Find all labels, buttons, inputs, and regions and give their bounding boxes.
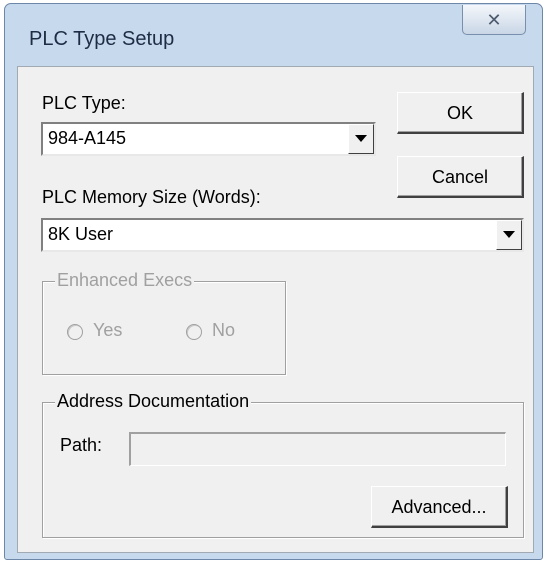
radio-no[interactable] (186, 324, 202, 340)
chevron-down-icon (355, 135, 367, 142)
ok-button[interactable]: OK (397, 92, 524, 134)
plc-type-dropdown-button[interactable] (348, 124, 374, 154)
dialog-body: PLC Type: 984-A145 OK Cancel PLC Memory … (17, 66, 534, 553)
window-title: PLC Type Setup (29, 28, 175, 50)
radio-yes[interactable] (67, 324, 83, 340)
cancel-button[interactable]: Cancel (397, 156, 524, 198)
radio-yes-label: Yes (93, 320, 123, 340)
plc-type-label: PLC Type: (42, 93, 126, 113)
memory-size-label: PLC Memory Size (Words): (42, 187, 261, 207)
memory-size-dropdown-button[interactable] (496, 220, 522, 250)
enhanced-execs-group: Enhanced Execs Yes No (42, 270, 286, 375)
close-icon: ✕ (486, 10, 502, 31)
cancel-button-label: Cancel (431, 167, 489, 187)
address-documentation-title: Address Documentation (55, 391, 252, 412)
advanced-button-label: Advanced... (391, 497, 487, 517)
ok-button-label: OK (446, 103, 473, 123)
address-documentation-group: Address Documentation Path: Advanced... (42, 391, 524, 538)
advanced-button[interactable]: Advanced... (371, 486, 508, 528)
radio-no-label: No (212, 320, 236, 340)
path-field[interactable] (129, 432, 506, 466)
path-label: Path: (60, 435, 103, 455)
plc-type-combo[interactable]: 984-A145 (41, 122, 376, 156)
chevron-down-icon (503, 231, 515, 238)
close-button[interactable]: ✕ (462, 5, 526, 35)
memory-size-combo[interactable]: 8K User (41, 218, 524, 252)
dialog-window: PLC Type Setup ✕ PLC Type: 984-A145 OK C… (4, 3, 543, 560)
plc-type-value: 984-A145 (48, 128, 127, 148)
enhanced-execs-title: Enhanced Execs (55, 270, 195, 291)
memory-size-value: 8K User (48, 224, 114, 244)
